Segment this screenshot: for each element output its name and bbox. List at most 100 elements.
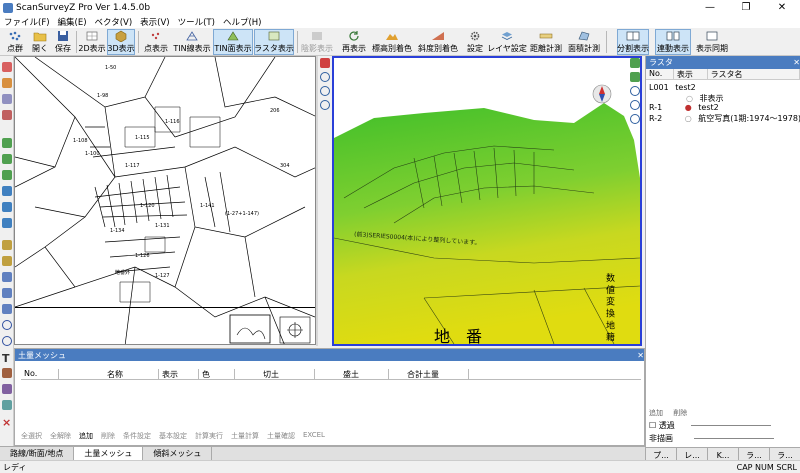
tin-line-icon [186,31,198,41]
rotate-tool-icon[interactable] [2,384,12,394]
layers-icon [501,32,513,40]
line-tool-icon[interactable] [2,288,12,298]
layer-tool-icon[interactable] [2,154,12,164]
compass-icon[interactable] [592,84,612,104]
raster-row[interactable]: R-2 ○ 航空写真(1期:1974〜1978): [649,113,800,124]
raster-row[interactable]: L001 test2 [649,83,696,92]
run-calc-button[interactable]: 計算実行 [195,431,223,443]
zoom-fit-icon[interactable] [630,114,640,124]
menu-bar: ファイル(F) 編集(E) ベクタ(V) 表示(V) ツール(T) ヘルプ(H) [0,15,800,28]
point-cloud-button[interactable]: 点群 [2,29,28,55]
camera-down-icon[interactable] [630,72,640,82]
zoom-out-icon[interactable] [320,86,330,96]
minimize-button[interactable]: — [692,0,728,15]
pencil-tool-icon[interactable] [2,240,12,250]
area-measure-button[interactable]: 面積計測 [566,29,602,55]
raster-row[interactable]: R-1 ● test2 [649,103,719,112]
add-raster-button[interactable]: 追加 [649,409,663,417]
menu-view[interactable]: 表示(V) [136,16,173,28]
volume-calc-button[interactable]: 土量計算 [231,431,259,443]
tab-earth-mesh[interactable]: 土量メッシュ [74,447,144,460]
main-toolbar: 点群 開く 保存 2D表示 3D表示 点表示 TIN線表示 TIN面表示 ラスタ… [0,28,800,56]
lot-label: 304 [280,163,290,169]
menu-edit[interactable]: 編集(E) [54,16,91,28]
hidden-surface-button[interactable]: 陰影表示 [300,29,334,55]
excel-button[interactable]: EXCEL [303,431,325,443]
linked-view-button[interactable]: 連動表示 [655,29,691,55]
point-display-button[interactable]: 点表示 [141,29,171,55]
redisplay-button[interactable]: 再表示 [339,29,369,55]
zoom-out-icon[interactable] [630,100,640,110]
move-tool-icon[interactable] [2,368,12,378]
distance-measure-button[interactable]: 距離計測 [528,29,564,55]
zoom-fit-icon[interactable] [320,100,330,110]
view-3d-right-tools [628,56,642,136]
hidden-slider[interactable] [693,438,774,439]
view-2d-button[interactable]: 2D表示 [78,29,106,55]
raster-display-button[interactable]: ラスタ表示 [254,29,294,55]
menu-file[interactable]: ファイル(F) [0,16,54,28]
lot-label: 1-131 [155,223,170,229]
view-sync-button[interactable]: 表示同期 [694,29,730,55]
transparency-slider[interactable] [691,425,772,426]
deselect-all-button[interactable]: 全解除 [50,431,71,443]
grid-tool-icon[interactable] [2,218,12,228]
grid-tool-icon[interactable] [2,202,12,212]
tab-route[interactable]: 路線/断面/地点 [0,447,75,460]
delete-raster-button[interactable]: 削除 [673,409,687,417]
select-all-button[interactable]: 全選択 [21,431,42,443]
layer-tool-icon[interactable] [2,170,12,180]
bottom-tabs: 路線/断面/地点 土量メッシュ 傾斜メッシュ [0,446,645,460]
select-tool-icon[interactable] [2,62,12,72]
erase-tool-icon[interactable] [2,110,12,120]
zoom-in-icon[interactable] [630,86,640,96]
folder-icon [33,32,47,42]
navigate-icon[interactable] [320,58,330,68]
menu-vector[interactable]: ベクタ(V) [91,16,137,28]
circle-icon: ○ [686,94,693,103]
split-view-button[interactable]: 分割表示 [617,29,649,55]
open-button[interactable]: 開く [29,29,51,55]
map-2d-view[interactable]: 1-98 1-50 1-108 1-100 1-115 1-116 1-117 … [14,56,316,345]
lot-label: 地番外 [115,269,130,276]
circle-tool-icon[interactable] [2,320,12,330]
transparent-checkbox[interactable]: ☐ [649,421,656,430]
zoom-tool-icon[interactable] [2,94,12,104]
point-tool-icon[interactable] [2,272,12,282]
tin-line-button[interactable]: TIN線表示 [172,29,212,55]
close-button[interactable]: ✕ [764,0,800,15]
condition-settings-button[interactable]: 条件設定 [123,431,151,443]
view-3d-button[interactable]: 3D表示 [107,29,135,55]
layer-settings-button[interactable]: レイヤ設定 [487,29,527,55]
elevation-color-button[interactable]: 標高別着色 [370,29,414,55]
view-3d[interactable]: (前3)SERIES0004(本)により整列しています。 地 番 数 値 変 換… [332,56,642,346]
save-icon [58,31,68,41]
camera-up-icon[interactable] [630,58,640,68]
lot-label: 206 [270,108,280,114]
slope-color-button[interactable]: 斜度別着色 [416,29,460,55]
text-tool-icon[interactable]: T [2,352,12,365]
delete-tool-icon[interactable]: × [2,416,12,429]
volume-check-button[interactable]: 土量確認 [267,431,295,443]
copy-tool-icon[interactable] [2,400,12,410]
pin-icon[interactable]: ✕ [637,351,644,360]
restore-button[interactable]: ❐ [728,0,764,15]
basic-settings-button[interactable]: 基本設定 [159,431,187,443]
tab-slope-mesh[interactable]: 傾斜メッシュ [143,447,213,460]
add-button[interactable]: 追加 [79,431,93,443]
grid-tool-icon[interactable] [2,186,12,196]
pencil-tool-icon[interactable] [2,256,12,266]
pan-tool-icon[interactable] [2,78,12,88]
layer-tool-icon[interactable] [2,138,12,148]
slope-icon [432,32,444,40]
menu-help[interactable]: ヘルプ(H) [219,16,266,28]
pin-icon[interactable]: ✕ [793,58,800,67]
delete-button[interactable]: 削除 [101,431,115,443]
settings-button[interactable]: 設定 [463,29,487,55]
arc-tool-icon[interactable] [2,336,12,346]
tin-face-button[interactable]: TIN面表示 [213,29,253,55]
zoom-in-icon[interactable] [320,72,330,82]
save-button[interactable]: 保存 [52,29,74,55]
polygon-tool-icon[interactable] [2,304,12,314]
menu-tools[interactable]: ツール(T) [174,16,219,28]
